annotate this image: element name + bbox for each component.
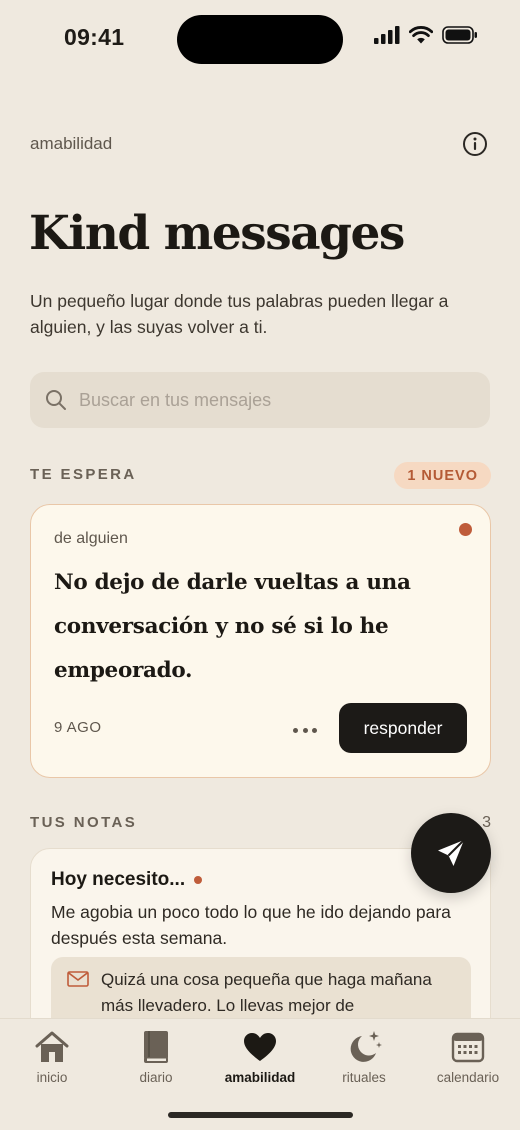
calendar-icon bbox=[451, 1028, 485, 1066]
info-icon bbox=[463, 132, 487, 156]
dynamic-island bbox=[177, 15, 343, 64]
info-button[interactable] bbox=[460, 129, 490, 159]
search-bar[interactable] bbox=[30, 372, 490, 428]
more-dot-icon bbox=[302, 727, 308, 733]
status-bar: 09:41 bbox=[0, 0, 520, 78]
cellular-signal-icon bbox=[374, 26, 400, 44]
battery-icon bbox=[442, 26, 477, 44]
tab-label: diario bbox=[139, 1070, 173, 1085]
tab-label: rituales bbox=[342, 1070, 386, 1085]
message-card[interactable]: de alguien No dejo de darle vueltas a un… bbox=[30, 504, 491, 778]
note-reply-text: Quizá una cosa pequeña que haga mañana m… bbox=[101, 970, 432, 1015]
page-title: Kind messages bbox=[29, 206, 405, 261]
tab-amabilidad[interactable]: amabilidad bbox=[208, 1028, 312, 1085]
message-date: 9 AGO bbox=[54, 719, 102, 736]
message-sender: de alguien bbox=[54, 530, 128, 547]
search-icon bbox=[45, 389, 67, 411]
note-body: Me agobia un poco todo lo que he ido dej… bbox=[51, 902, 451, 948]
new-badge: 1 NUEVO bbox=[394, 462, 491, 489]
heart-icon bbox=[243, 1028, 277, 1066]
status-time: 09:41 bbox=[64, 24, 125, 50]
status-icons bbox=[374, 26, 478, 44]
book-icon bbox=[141, 1028, 171, 1066]
paper-plane-icon bbox=[438, 839, 465, 866]
home-indicator[interactable] bbox=[168, 1112, 353, 1118]
note-unread-dot bbox=[194, 876, 203, 884]
note-title-row: Hoy necesito... bbox=[51, 869, 203, 891]
search-input[interactable] bbox=[79, 389, 439, 411]
home-icon bbox=[33, 1028, 71, 1066]
section-label-waiting: TE ESPERA bbox=[30, 466, 137, 483]
tab-label: calendario bbox=[436, 1070, 500, 1085]
wifi-icon bbox=[409, 26, 433, 44]
reply-button[interactable]: responder bbox=[339, 703, 467, 753]
tab-calendario[interactable]: calendario bbox=[416, 1028, 520, 1085]
send-message-button[interactable] bbox=[411, 813, 491, 893]
tab-diario[interactable]: diario bbox=[104, 1028, 208, 1085]
more-dot-icon bbox=[312, 727, 317, 733]
breadcrumb: amabilidad bbox=[30, 134, 113, 153]
section-label-notes: TUS NOTAS bbox=[30, 814, 138, 831]
envelope-icon bbox=[67, 971, 89, 987]
message-text: No dejo de darle vueltas a una conversac… bbox=[54, 570, 411, 683]
page-subtitle: Un pequeño lugar donde tus palabras pued… bbox=[30, 291, 449, 337]
top-bar: amabilidad bbox=[30, 128, 490, 160]
tab-label: inicio bbox=[36, 1070, 68, 1085]
tab-label: amabilidad bbox=[224, 1070, 296, 1085]
more-options-button[interactable] bbox=[293, 723, 317, 737]
unread-dot bbox=[459, 523, 472, 536]
tab-inicio[interactable]: inicio bbox=[0, 1028, 104, 1085]
note-title: Hoy necesito... bbox=[51, 869, 186, 890]
more-dot-icon bbox=[293, 727, 298, 733]
tab-rituales[interactable]: rituales bbox=[312, 1028, 416, 1085]
moon-stars-icon bbox=[346, 1028, 382, 1066]
